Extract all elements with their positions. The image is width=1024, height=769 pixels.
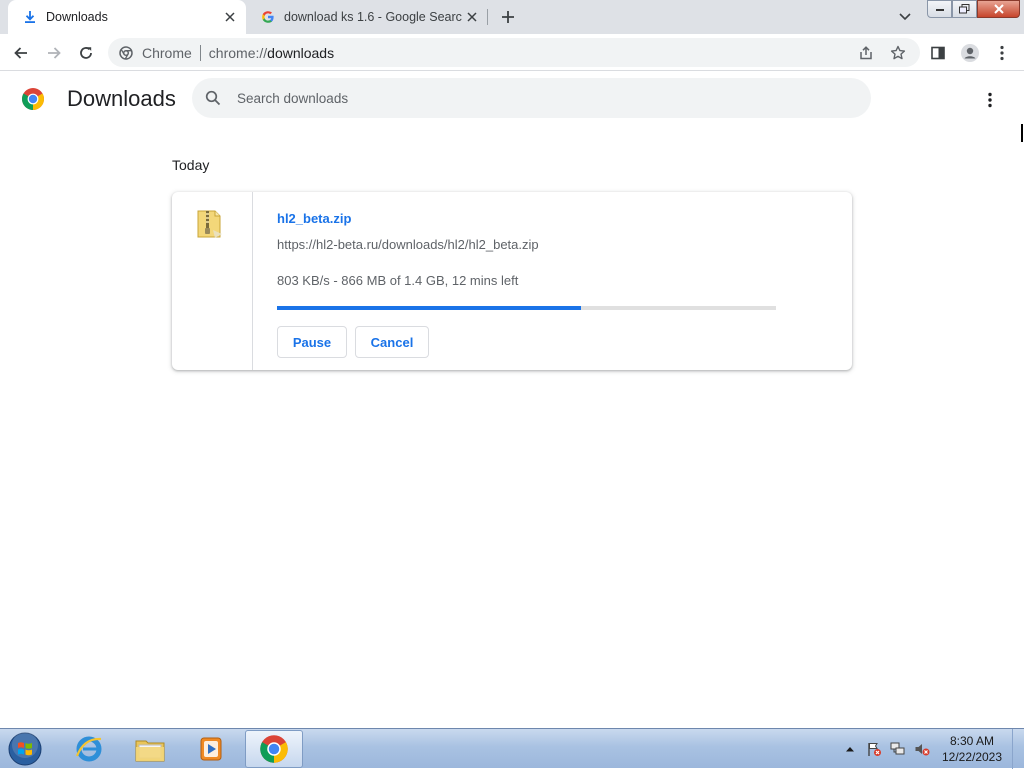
address-bar[interactable]: Chrome chrome://downloads (108, 38, 920, 67)
download-icon-column (172, 192, 253, 370)
tab-title: Downloads (46, 10, 108, 24)
pause-button[interactable]: Pause (277, 326, 347, 358)
tab-google-search[interactable]: download ks 1.6 - Google Search (248, 0, 488, 34)
search-input[interactable] (237, 90, 837, 106)
forward-arrow-icon[interactable] (42, 41, 66, 65)
google-g-icon (260, 9, 276, 25)
zip-folder-icon (195, 208, 225, 240)
system-tray (842, 729, 938, 769)
internet-explorer-icon[interactable] (60, 730, 118, 768)
bookmark-star-icon[interactable] (888, 43, 908, 63)
tab-separator (487, 9, 488, 25)
site-chip-label: Chrome (142, 44, 192, 61)
windows-taskbar: 8:30 AM 12/22/2023 (0, 728, 1024, 769)
start-orb-icon[interactable] (4, 730, 46, 768)
side-panel-icon[interactable] (926, 41, 950, 65)
download-progress-fill (277, 306, 582, 310)
window-controls (927, 0, 1020, 18)
action-center-flag-icon[interactable] (866, 741, 882, 757)
minimize-icon[interactable] (927, 0, 952, 18)
taskbar-clock[interactable]: 8:30 AM 12/22/2023 (936, 733, 1008, 765)
share-icon[interactable] (856, 43, 876, 63)
close-window-icon[interactable] (977, 0, 1020, 18)
cancel-button[interactable]: Cancel (355, 326, 429, 358)
show-hidden-icons-arrow-icon[interactable] (842, 741, 858, 757)
file-name-link[interactable]: hl2_beta.zip (277, 211, 351, 226)
tab-title: download ks 1.6 - Google Search (284, 10, 462, 24)
volume-muted-icon[interactable] (914, 741, 930, 757)
text-cursor (1021, 124, 1023, 142)
network-icon[interactable] (890, 741, 906, 757)
show-desktop-button[interactable] (1012, 729, 1024, 769)
tab-downloads[interactable]: Downloads (8, 0, 246, 34)
reload-icon[interactable] (74, 41, 98, 65)
download-item-card: hl2_beta.zip https://hl2-beta.ru/downloa… (172, 192, 852, 370)
search-icon (203, 88, 223, 108)
browser-menu-icon[interactable] (990, 41, 1014, 65)
profile-avatar-icon[interactable] (958, 41, 982, 65)
media-player-icon[interactable] (182, 730, 240, 768)
download-progress-bar (277, 306, 776, 310)
restore-icon[interactable] (952, 0, 977, 18)
file-explorer-icon[interactable] (121, 730, 179, 768)
chrome-logo-icon (21, 87, 45, 111)
downloads-header: Downloads (0, 72, 1024, 128)
tab-close-icon[interactable] (220, 7, 240, 27)
chrome-icon[interactable] (245, 730, 303, 768)
clock-time: 8:30 AM (949, 734, 995, 748)
url-path: downloads (267, 44, 335, 61)
download-icon (22, 9, 38, 25)
omnibox-divider (199, 44, 201, 61)
new-tab-icon[interactable] (498, 7, 518, 27)
tab-strip: Downloads download ks 1.6 - Google Searc… (0, 0, 1024, 34)
clock-date: 12/22/2023 (941, 750, 1003, 764)
search-bar[interactable] (192, 78, 871, 118)
download-status: 803 KB/s - 866 MB of 1.4 GB, 12 mins lef… (277, 273, 519, 288)
date-heading: Today (172, 157, 210, 173)
downloads-menu-icon[interactable] (978, 88, 1002, 112)
chrome-site-icon (118, 45, 134, 61)
url-scheme: chrome:// (208, 44, 268, 61)
source-url[interactable]: https://hl2-beta.ru/downloads/hl2/hl2_be… (277, 237, 539, 252)
back-arrow-icon[interactable] (9, 41, 33, 65)
page-title: Downloads (67, 86, 176, 111)
browser-toolbar: Chrome chrome://downloads (0, 34, 1024, 71)
tab-search-chevron-icon[interactable] (895, 7, 915, 27)
tab-close-icon[interactable] (462, 7, 482, 27)
